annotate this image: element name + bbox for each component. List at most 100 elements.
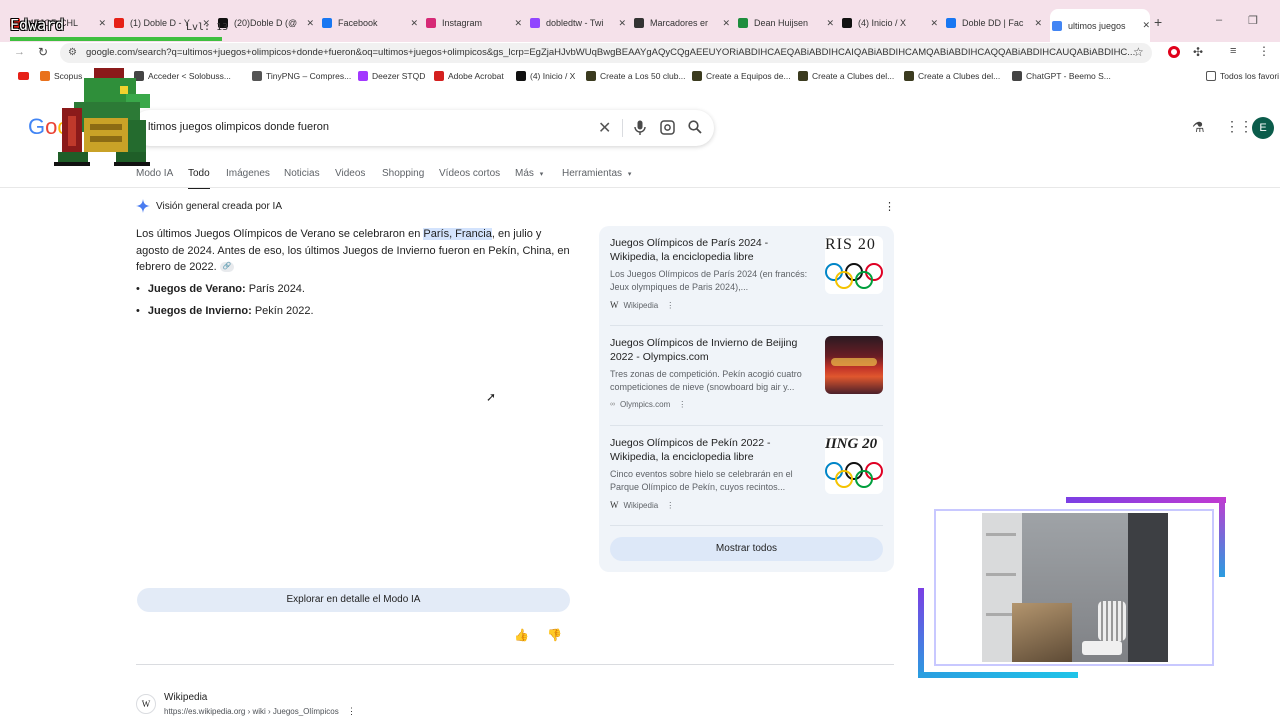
close-tab-icon[interactable]: ✕	[1034, 18, 1042, 29]
menu-icon[interactable]: ⋮	[1258, 44, 1270, 58]
tab-title: Dean Huijsen	[754, 18, 809, 28]
x-icon	[516, 71, 526, 81]
bookmark-label: Create a Clubes del...	[918, 71, 1001, 81]
sheets-icon	[738, 18, 748, 28]
search-divider	[622, 119, 623, 137]
source-card[interactable]: Juegos Olímpicos de Pekín 2022 - Wikiped…	[610, 436, 883, 510]
neon-frame-left	[918, 588, 924, 678]
more-options-icon[interactable]: ⋮	[347, 706, 356, 716]
clear-icon[interactable]: ✕	[598, 118, 611, 138]
tab-title: ultimos juegos	[1068, 20, 1126, 31]
opera-icon[interactable]	[1168, 46, 1180, 58]
close-tab-icon[interactable]: ✕	[618, 18, 626, 29]
facebook-icon	[322, 18, 332, 28]
url-text: google.com/search?q=ultimos+juegos+olimp…	[86, 47, 1136, 58]
lens-icon[interactable]	[660, 120, 675, 138]
apps-icon[interactable]: ⋮⋮	[1225, 118, 1253, 135]
source-title[interactable]: Juegos Olímpicos de Pekín 2022 - Wikiped…	[610, 436, 810, 464]
wikipedia-icon: W	[136, 694, 156, 714]
account-avatar[interactable]: E	[1252, 117, 1274, 139]
source-card[interactable]: Juegos Olímpicos de Invierno de Beijing …	[610, 336, 883, 409]
tab-shopping[interactable]: Shopping	[382, 168, 424, 179]
search-icon[interactable]	[688, 120, 702, 137]
xp-bar	[10, 37, 222, 41]
result-url[interactable]: https://es.wikipedia.org › wiki › Juegos…	[164, 706, 356, 717]
tab-title: (20)Doble D (@	[234, 18, 298, 28]
ai-overview-menu-icon[interactable]: ⋮	[884, 200, 895, 213]
thumbs-up-icon[interactable]: 👍	[514, 628, 529, 642]
close-tab-icon[interactable]: ✕	[826, 18, 834, 29]
browser-tab[interactable]: Dean Huijsen ✕	[738, 12, 834, 34]
streamer-overlay: Edward Lvl: 13	[0, 12, 230, 172]
more-options-icon[interactable]: ⋮	[666, 301, 674, 310]
tab-videos[interactable]: Videos	[335, 168, 365, 179]
new-tab-button[interactable]: +	[1154, 14, 1162, 30]
close-tab-icon[interactable]: ✕	[514, 18, 522, 29]
source-thumbnail[interactable]	[825, 336, 883, 394]
caret-down-icon: ▾	[539, 171, 544, 178]
restore-button[interactable]: ❐	[1248, 14, 1258, 27]
bookmark-item[interactable]: Adobe Acrobat	[434, 71, 504, 81]
show-all-button[interactable]: Mostrar todos	[610, 537, 883, 561]
more-options-icon[interactable]: ⋮	[678, 400, 686, 409]
section-divider	[136, 664, 894, 665]
tab-title: dobledtw - Twi	[546, 18, 604, 28]
explore-ai-mode-button[interactable]: Explorar en detalle el Modo IA	[137, 588, 570, 612]
browser-tab[interactable]: Facebook ✕	[322, 12, 418, 34]
ai-overview-text: Los últimos Juegos Olímpicos de Verano s…	[136, 228, 570, 273]
tab-imagenes[interactable]: Imágenes	[226, 168, 270, 179]
source-card[interactable]: Juegos Olímpicos de París 2024 - Wikiped…	[610, 236, 883, 310]
tab-noticias[interactable]: Noticias	[284, 168, 320, 179]
browser-tab[interactable]: (20)Doble D (@ ✕	[218, 12, 314, 34]
browser-tab[interactable]: (4) Inicio / X ✕	[842, 12, 938, 34]
close-tab-icon[interactable]: ✕	[722, 18, 730, 29]
highlighted-location[interactable]: París, Francia	[423, 228, 492, 240]
star-icon[interactable]: ☆	[1133, 45, 1144, 59]
microphone-icon[interactable]	[634, 120, 646, 138]
tab-title: Facebook	[338, 18, 378, 28]
browser-tab[interactable]: dobledtw - Twi ✕	[530, 12, 626, 34]
browser-tab[interactable]: Instagram ✕	[426, 12, 522, 34]
page-icon	[798, 71, 808, 81]
bookmarks-folder[interactable]: Todos los favori	[1206, 71, 1279, 81]
labs-icon[interactable]: ⚗	[1192, 119, 1205, 136]
bookmark-item[interactable]: Create a Clubes del...	[798, 71, 894, 81]
wikipedia-icon: W	[610, 300, 619, 310]
close-tab-icon[interactable]: ✕	[410, 18, 418, 29]
tab-videos-cortos[interactable]: Vídeos cortos	[439, 168, 500, 179]
close-tab-icon[interactable]: ✕	[1142, 20, 1150, 31]
level-label: Lvl: 13	[186, 22, 229, 33]
more-options-icon[interactable]: ⋮	[666, 501, 674, 510]
source-title[interactable]: Juegos Olímpicos de Invierno de Beijing …	[610, 336, 810, 364]
bookmark-item[interactable]: TinyPNG – Compres...	[252, 71, 351, 81]
bookmark-item[interactable]: Deezer STQD	[358, 71, 425, 81]
close-tab-icon[interactable]: ✕	[306, 18, 314, 29]
bookmark-item[interactable]: ChatGPT - Beemo S...	[1012, 71, 1111, 81]
bookmark-item[interactable]: Create a Los 50 club...	[586, 71, 686, 81]
bookmark-item[interactable]: (4) Inicio / X	[516, 71, 575, 81]
link-icon[interactable]: 🔗	[219, 262, 234, 273]
card-divider	[610, 525, 883, 526]
browser-tab[interactable]: Doble DD | Fac ✕	[946, 12, 1042, 34]
bookmark-label: TinyPNG – Compres...	[266, 71, 352, 81]
source-snippet: Tres zonas de competición. Pekín acogió …	[610, 369, 802, 392]
media-controls-icon[interactable]: ≡	[1230, 45, 1236, 57]
twitch-icon	[530, 18, 540, 28]
result-site-name[interactable]: Wikipedia	[164, 692, 207, 703]
thumbs-down-icon[interactable]: 👎	[547, 628, 562, 642]
source-title[interactable]: Juegos Olímpicos de París 2024 - Wikiped…	[610, 236, 810, 264]
source-thumbnail[interactable]: RIS 20	[825, 236, 883, 294]
bookmark-label: Create a Equipos de...	[706, 71, 791, 81]
close-tab-icon[interactable]: ✕	[930, 18, 938, 29]
bookmark-item[interactable]: Create a Clubes del...	[904, 71, 1000, 81]
source-thumbnail[interactable]: IING 20	[825, 436, 883, 494]
tab-herramientas[interactable]: Herramientas ▾	[562, 168, 631, 179]
minimize-button[interactable]: –	[1216, 14, 1222, 26]
instagram-icon	[426, 18, 436, 28]
dragon-avatar-icon	[54, 68, 150, 166]
extensions-icon[interactable]: ✣	[1193, 45, 1203, 59]
bookmark-item[interactable]: Create a Equipos de...	[692, 71, 791, 81]
browser-tab[interactable]: ultimos juegos ✕	[1050, 9, 1150, 42]
browser-tab[interactable]: Marcadores er ✕	[634, 12, 730, 34]
tab-mas[interactable]: Más ▾	[515, 168, 543, 179]
